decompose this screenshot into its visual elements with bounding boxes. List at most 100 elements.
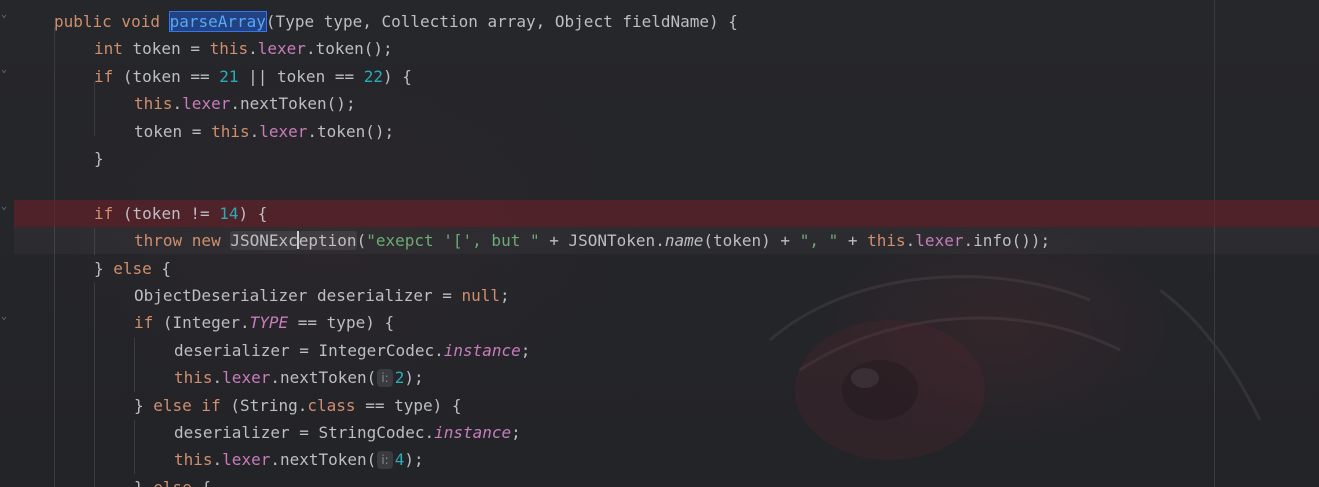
code-line[interactable]: token = this.lexer.token();: [14, 118, 1319, 145]
code-text: deserializer = StringCodec.instance;: [174, 419, 521, 446]
code-token: instance: [434, 423, 512, 442]
code-text: } else if (String.class == type) {: [134, 392, 462, 419]
parameter-hint: i:: [377, 369, 393, 388]
fold-icon[interactable]: ⌄: [1, 10, 11, 20]
code-token: }: [94, 258, 114, 278]
fold-icon[interactable]: ⌄: [1, 65, 11, 75]
code-line[interactable]: } else {: [14, 255, 1319, 282]
code-text: } else {: [94, 255, 171, 282]
code-token: (token) +: [703, 231, 800, 251]
code-token: .token();: [305, 39, 393, 59]
code-line[interactable]: if (Integer.TYPE == type) {: [14, 309, 1319, 336]
code-text: } else {: [134, 474, 211, 487]
code-token: ", ": [799, 231, 839, 251]
code-text: public void parseArray(Type type, Collec…: [54, 8, 738, 35]
code-token: lexer: [915, 231, 964, 251]
code-token: else if: [153, 395, 231, 415]
code-token: public void: [54, 12, 170, 31]
code-token: }: [134, 395, 154, 415]
code-text: deserializer = IntegerCodec.instance;: [174, 337, 530, 364]
code-token: lexer: [259, 121, 308, 141]
code-token: lexer: [257, 39, 306, 59]
code-token: == type) {: [355, 395, 462, 415]
code-line[interactable]: this.lexer.nextToken();: [14, 90, 1319, 117]
code-line[interactable]: if (token == 21 || token == 22) {: [14, 63, 1319, 90]
code-token: ) {: [238, 203, 268, 223]
code-editor[interactable]: ⌄ ⌄ ⌄ ⌄ public void parseArray(Type type…: [0, 0, 1319, 487]
code-token: +: [838, 231, 868, 251]
code-token: .nextToken(: [270, 450, 377, 470]
code-token: ObjectDeserializer deserializer =: [134, 286, 462, 305]
fold-icon[interactable]: ⌄: [1, 312, 11, 322]
code-token: this: [211, 121, 250, 141]
code-token: instance: [443, 340, 521, 360]
editor-gutter[interactable]: ⌄ ⌄ ⌄ ⌄: [0, 0, 14, 487]
code-token: null: [461, 286, 501, 305]
code-token: TYPE: [249, 313, 289, 333]
code-token: .nextToken(: [270, 368, 377, 388]
code-text: if (Integer.TYPE == type) {: [134, 309, 394, 336]
code-token: int: [94, 39, 133, 59]
code-token: ;: [511, 423, 521, 442]
code-token: if: [134, 313, 163, 333]
code-token: eption: [298, 231, 357, 251]
code-token: .: [212, 450, 223, 470]
code-token: .info());: [963, 231, 1051, 251]
code-token: .token();: [307, 121, 395, 141]
code-line[interactable]: int token = this.lexer.token();: [14, 35, 1319, 62]
code-token: 4: [394, 450, 405, 470]
parameter-hint: i:: [377, 451, 393, 470]
code-token: deserializer = IntegerCodec.: [174, 340, 444, 360]
code-token: this: [209, 39, 249, 59]
code-token: (String.: [230, 395, 308, 415]
code-token: 2: [394, 368, 405, 388]
code-token: deserializer = StringCodec.: [174, 423, 435, 442]
code-token: (token ==: [122, 66, 220, 86]
code-token: .nextToken();: [230, 94, 356, 114]
code-token: );: [404, 450, 424, 470]
code-text: throw new JSONException("exepct '[', but…: [134, 227, 1050, 254]
code-token: throw new: [134, 231, 231, 251]
code-token: this: [867, 231, 906, 251]
code-token: (Type type, Collection array, Object fie…: [265, 12, 738, 31]
code-line[interactable]: public void parseArray(Type type, Collec…: [14, 8, 1319, 35]
code-token: if: [94, 203, 123, 223]
code-text: }: [94, 145, 104, 172]
code-line[interactable]: throw new JSONException("exepct '[', but…: [14, 227, 1319, 254]
code-token: JSONExc: [230, 231, 298, 251]
code-token: 21: [219, 66, 239, 86]
code-token: {: [192, 478, 211, 487]
code-token: || token ==: [238, 66, 364, 86]
code-line[interactable]: } else if (String.class == type) {: [14, 392, 1319, 419]
code-token: 22: [363, 66, 383, 86]
code-token: class: [307, 395, 356, 415]
code-token: if: [94, 66, 123, 86]
code-token: parseArray: [168, 11, 267, 32]
code-line[interactable]: [14, 172, 1319, 199]
code-token: (token !=: [122, 203, 220, 223]
code-token: .: [212, 368, 223, 388]
code-text: if (token == 21 || token == 22) {: [94, 63, 412, 90]
code-token: this: [174, 368, 213, 388]
code-token: "exepct '[', but ": [366, 231, 540, 251]
code-line[interactable]: ObjectDeserializer deserializer = null;: [14, 282, 1319, 309]
code-line[interactable]: this.lexer.nextToken(i: 4);: [14, 446, 1319, 473]
code-token: {: [151, 258, 172, 278]
code-token: + JSONToken.: [539, 231, 665, 251]
code-token: lexer: [222, 368, 271, 388]
code-token: else: [153, 478, 192, 487]
code-text: ObjectDeserializer deserializer = null;: [134, 282, 510, 309]
code-line[interactable]: deserializer = IntegerCodec.instance;: [14, 337, 1319, 364]
code-token: this: [134, 94, 173, 114]
code-line[interactable]: deserializer = StringCodec.instance;: [14, 419, 1319, 446]
code-line[interactable]: } else {: [14, 474, 1319, 487]
fold-icon[interactable]: ⌄: [1, 202, 11, 212]
code-line[interactable]: this.lexer.nextToken(i: 2);: [14, 364, 1319, 391]
code-token: ;: [500, 286, 510, 305]
code-line[interactable]: if (token != 14) {: [14, 199, 1319, 227]
code-token: (: [356, 231, 367, 251]
code-line[interactable]: }: [14, 145, 1319, 172]
code-token: name: [664, 231, 704, 251]
code-token: ;: [520, 340, 531, 360]
code-token: .: [249, 121, 260, 141]
